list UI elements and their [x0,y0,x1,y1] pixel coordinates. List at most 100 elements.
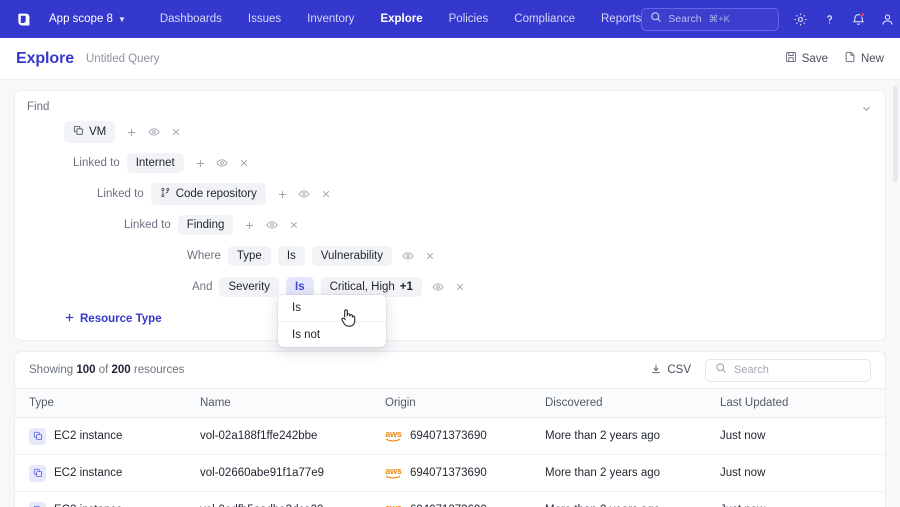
condition-operator-type[interactable]: Is [277,245,305,267]
eye-icon[interactable] [298,188,311,201]
query-row-code-repository: Linked to Code repository [27,181,873,207]
column-header-type[interactable]: Type [15,388,200,418]
entity-chip-finding[interactable]: Finding [177,214,234,236]
close-icon[interactable] [454,281,467,294]
export-csv-button[interactable]: CSV [650,363,691,378]
table-row[interactable]: EC2 instance vol-02a188f1ffe242bbe aws 6… [15,417,885,455]
nav-link-compliance[interactable]: Compliance [514,13,575,25]
find-query-panel: Find VM Linked to Internet Linked to Cod… [14,90,886,347]
eye-icon[interactable] [432,281,445,294]
entity-chip-vm-label: VM [89,125,107,138]
condition-operator-type-label: Is [286,249,296,262]
resource-stack-icon [29,427,46,445]
condition-field-severity[interactable]: Severity [219,276,280,298]
save-button[interactable]: Save [785,51,828,66]
user-avatar-icon[interactable] [879,11,895,27]
collapse-find-panel-button[interactable] [857,99,875,117]
operator-dropdown-menu: Is Is not [278,295,386,347]
vm-stack-icon [73,125,84,140]
row-actions-finding [243,219,300,232]
entity-chip-code-repository-label: Code repository [175,187,257,200]
row-actions-condition-severity [432,281,467,294]
results-search-input[interactable]: Search [705,358,871,382]
table-row[interactable]: EC2 instance vol-02660abe91f1a77e9 aws 6… [15,454,885,492]
entity-chip-internet-label: Internet [135,156,175,169]
resource-stack-icon [29,501,46,507]
query-row-finding: Linked to Finding [27,212,873,238]
add-resource-type-label: Resource Type [80,313,162,325]
column-header-last-updated[interactable]: Last Updated [720,388,885,418]
cell-type-label: EC2 instance [54,467,123,479]
column-header-discovered[interactable]: Discovered [545,388,720,418]
nav-link-reports[interactable]: Reports [601,13,641,25]
dropdown-item-is[interactable]: Is [278,295,386,321]
nav-link-dashboards[interactable]: Dashboards [160,13,222,25]
plus-icon[interactable] [243,219,256,232]
app-scope-selector[interactable]: App scope 8 ▼ [43,9,132,29]
cell-last-updated: Just now [720,417,885,455]
cell-origin: aws 694071373690 [385,491,545,507]
cell-origin: aws 694071373690 [385,454,545,492]
eye-icon[interactable] [265,219,278,232]
aws-logo-icon: aws [385,466,402,479]
search-icon [715,361,727,379]
nav-link-explore[interactable]: Explore [380,13,422,25]
condition-value-type[interactable]: Vulnerability [311,245,392,267]
nav-links: Dashboards Issues Inventory Explore Poli… [160,13,641,25]
nav-link-inventory[interactable]: Inventory [307,13,354,25]
condition-row-type: Where Type Is Vulnerability [27,243,873,269]
results-panel: Showing 100 of 200 resources CSV Search … [14,351,886,507]
entity-chip-code-repository[interactable]: Code repository [150,182,266,206]
table-row[interactable]: EC2 instance vol-0edfb5aadbe3dca20 aws [15,491,885,507]
cell-origin-label: 694071373690 [410,467,487,479]
close-icon[interactable] [320,188,333,201]
entity-chip-finding-label: Finding [186,218,225,231]
cell-discovered: More than 2 years ago [545,454,720,492]
cell-origin: aws 694071373690 [385,417,545,455]
cube-logo-icon[interactable] [14,8,33,30]
results-table-header: Type Name Origin Discovered Last Updated [15,388,885,418]
cell-origin-label: 694071373690 [410,430,487,442]
cell-type: EC2 instance [15,491,200,507]
condition-operator-severity-label: Is [295,280,305,293]
search-icon [650,10,662,28]
nav-link-issues[interactable]: Issues [248,13,281,25]
close-icon[interactable] [424,250,437,263]
plus-icon [64,312,75,326]
entity-chip-internet[interactable]: Internet [126,152,184,174]
gear-icon[interactable] [792,11,808,27]
query-row-code-repository-prefix: Linked to [97,188,144,200]
results-toolbar: Showing 100 of 200 resources CSV Search [15,352,885,388]
plus-icon[interactable] [276,188,289,201]
cell-name: vol-0edfb5aadbe3dca20 [200,491,385,507]
eye-icon[interactable] [402,250,415,263]
global-search-input[interactable]: Search ⌘+K [641,7,780,31]
condition-field-type[interactable]: Type [227,245,271,267]
query-row-internet: Linked to Internet [27,150,873,176]
column-header-name[interactable]: Name [200,388,385,418]
eye-icon[interactable] [147,126,160,139]
dropdown-item-is-not[interactable]: Is not [278,321,386,347]
cell-last-updated: Just now [720,454,885,492]
close-icon[interactable] [169,126,182,139]
condition-field-type-label: Type [236,249,262,262]
close-icon[interactable] [238,157,251,170]
bell-icon[interactable] [850,11,866,27]
condition-value-type-label: Vulnerability [320,249,383,262]
add-resource-type-button[interactable]: Resource Type [64,312,162,326]
new-button[interactable]: New [844,51,884,66]
new-button-label: New [860,52,884,65]
page-scrollbar[interactable] [893,86,898,182]
showing-prefix: Showing [29,364,74,376]
column-header-origin[interactable]: Origin [385,388,545,418]
entity-chip-vm[interactable]: VM [64,120,116,144]
close-icon[interactable] [287,219,300,232]
help-icon[interactable] [821,11,837,27]
showing-total: 200 [111,364,131,376]
plus-icon[interactable] [125,126,138,139]
nav-link-policies[interactable]: Policies [449,13,489,25]
plus-icon[interactable] [194,157,207,170]
query-name-label[interactable]: Untitled Query [86,53,160,65]
find-label: Find [27,101,50,113]
eye-icon[interactable] [216,157,229,170]
